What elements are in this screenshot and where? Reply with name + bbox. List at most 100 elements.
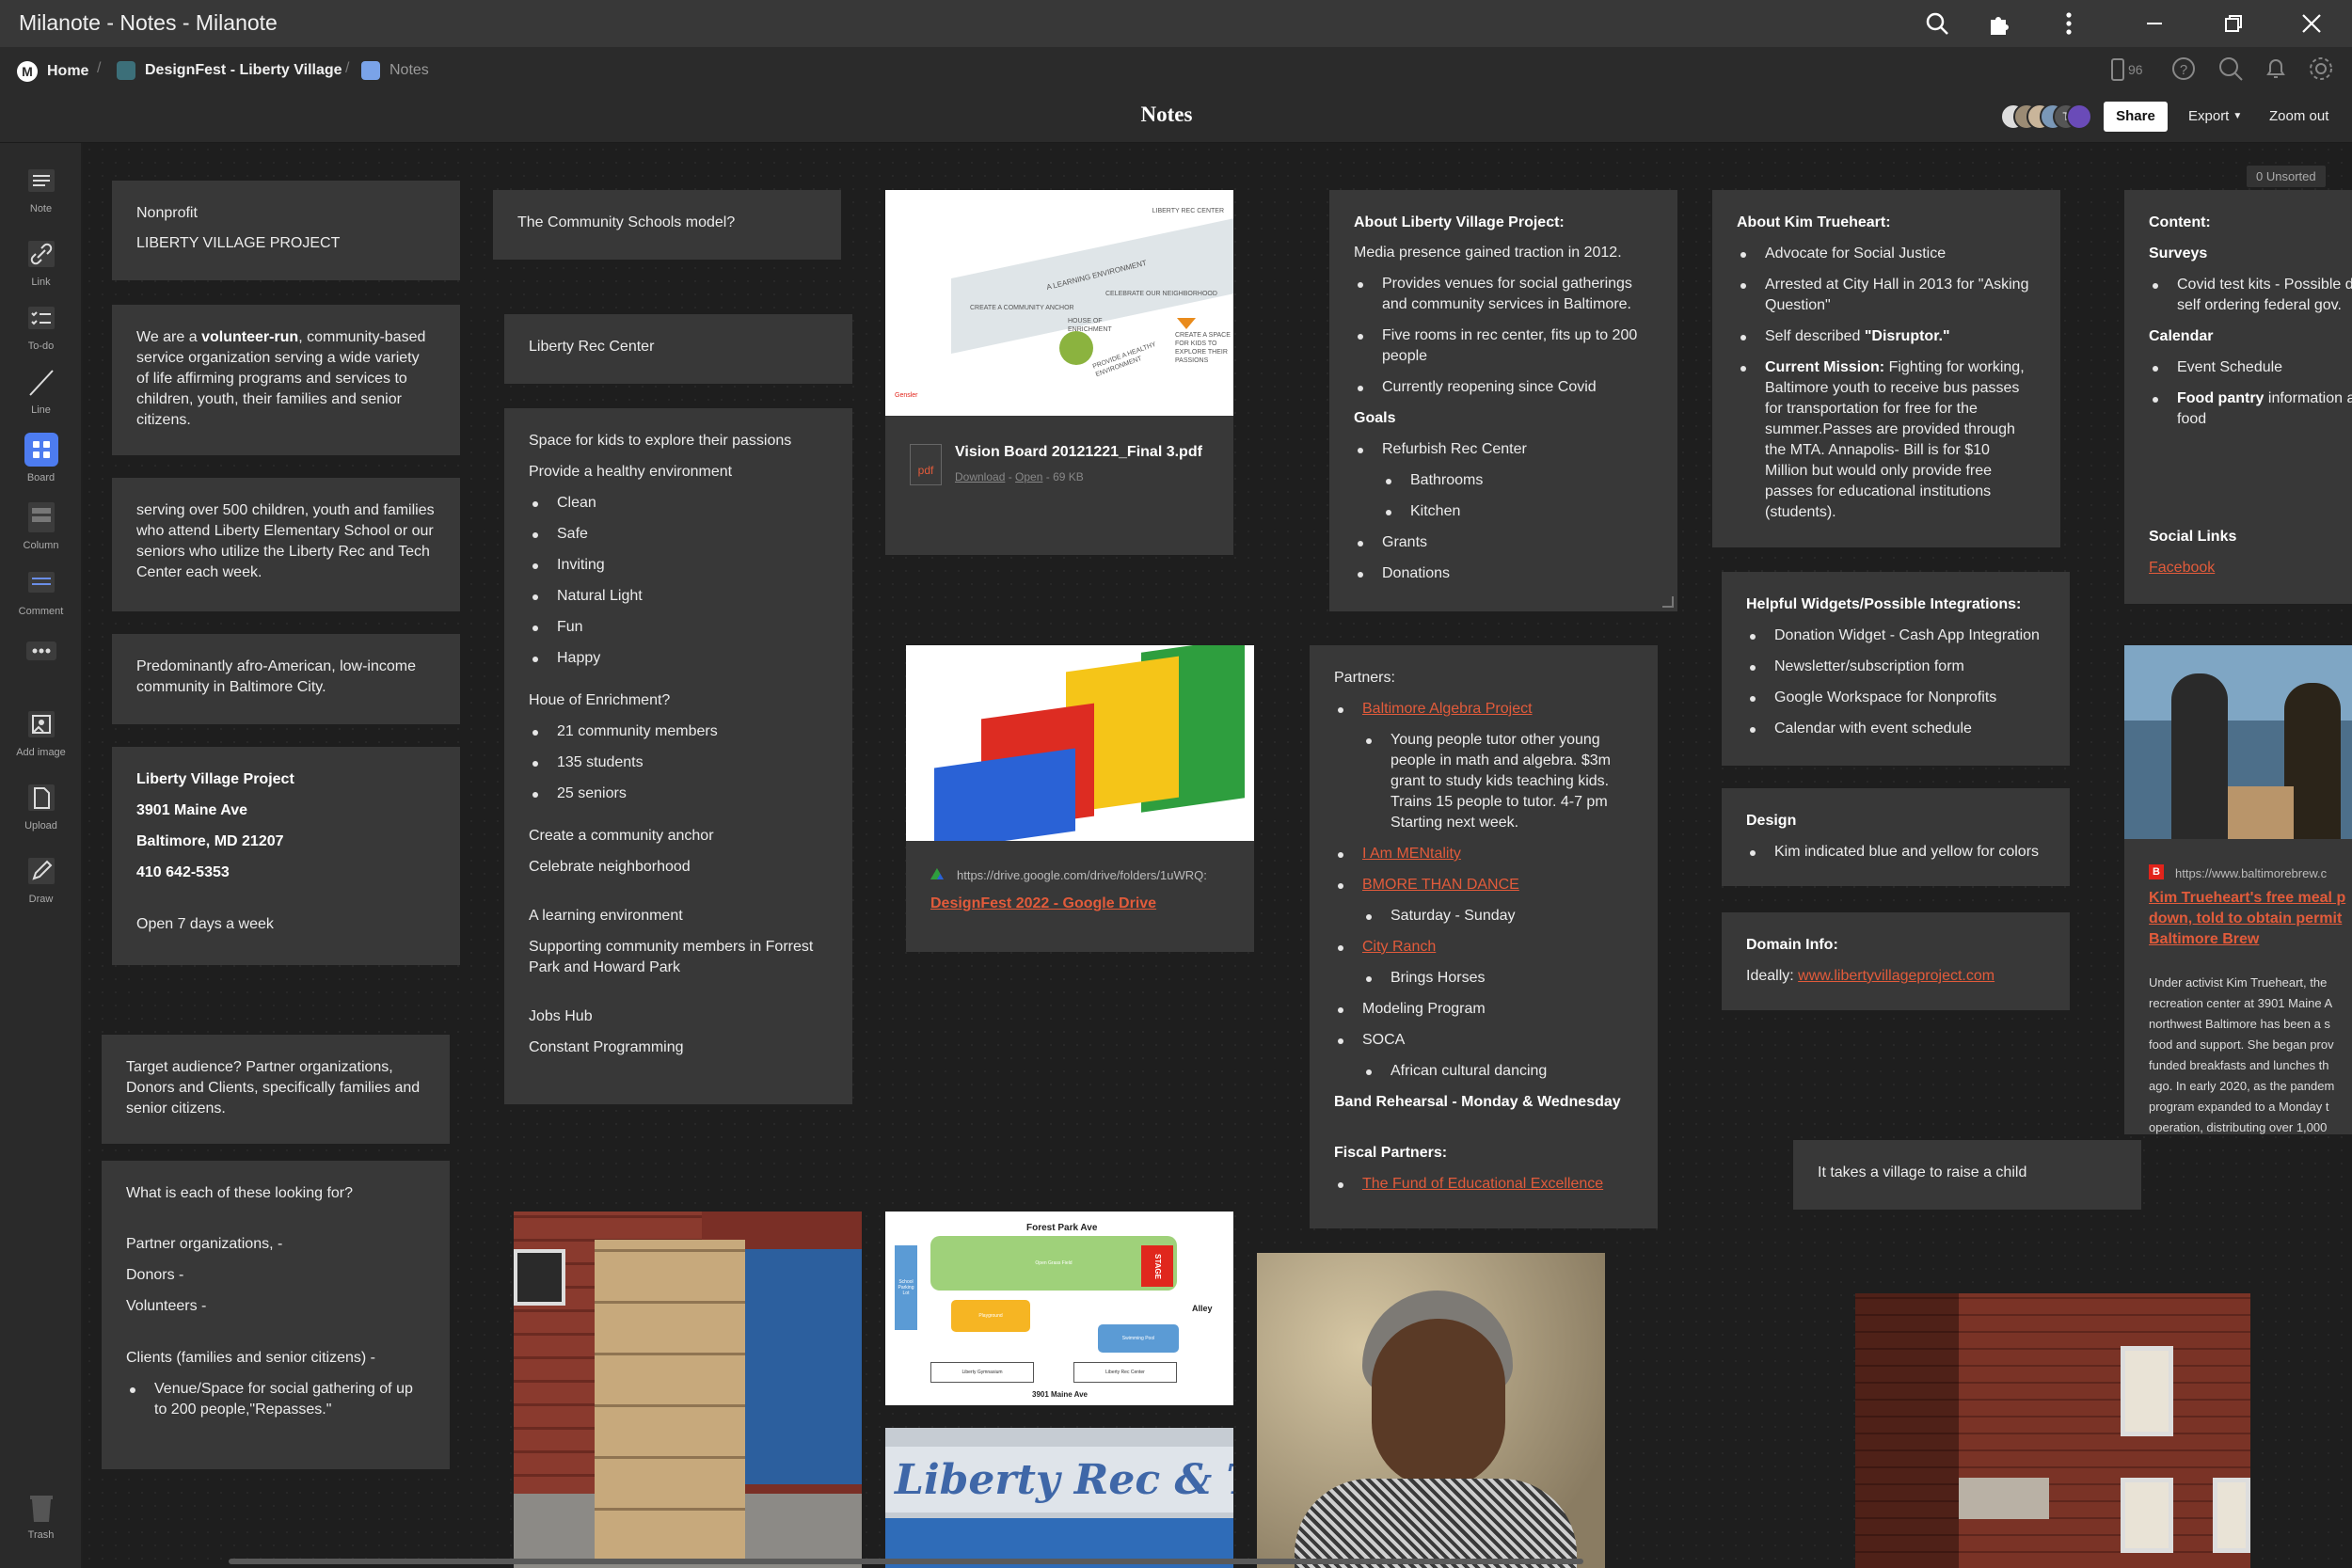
list-item: Bathrooms <box>1354 470 1653 491</box>
pdf-size: 69 KB <box>1053 470 1084 483</box>
breadcrumb-board[interactable]: DesignFest - Liberty Village <box>117 61 342 80</box>
tool-add-image[interactable]: Add image <box>0 705 82 758</box>
breadcrumb-home[interactable]: M Home <box>17 61 88 82</box>
link-card[interactable]: https://drive.google.com/drive/folders/1… <box>906 645 1254 952</box>
list-item: Baltimore Algebra Project <box>1334 699 1633 720</box>
note-subheading: Goals <box>1354 410 1396 426</box>
board-icon <box>361 61 380 80</box>
partner-link[interactable]: BMORE THAN DANCE <box>1362 877 1519 893</box>
pdf-filename[interactable]: Vision Board 20121221_Final 3.pdf <box>955 442 1202 463</box>
note-card[interactable]: Liberty Rec Center <box>504 314 852 384</box>
note-card[interactable]: Domain Info: Ideally: www.libertyvillage… <box>1722 912 2070 1010</box>
trash[interactable]: Trash <box>0 1488 82 1541</box>
phone-icon <box>2111 58 2124 81</box>
bell-icon[interactable] <box>2260 53 2292 85</box>
note-card[interactable]: Target audience? Partner organizations, … <box>102 1035 450 1144</box>
device-count-label: 96 <box>2128 62 2143 77</box>
search-icon[interactable] <box>1921 8 1953 40</box>
resize-handle-icon[interactable] <box>1662 596 1674 608</box>
settings-gear-icon[interactable] <box>2305 53 2337 85</box>
tool-link[interactable]: Link <box>0 235 82 288</box>
pdf-file-card[interactable]: LIBERTY REC CENTER A LEARNING ENVIRONMEN… <box>885 190 1233 555</box>
note-card[interactable]: The Community Schools model? <box>493 190 841 260</box>
address-card[interactable]: Liberty Village Project 3901 Maine Ave B… <box>112 747 460 965</box>
list-item: Young people tutor other young people in… <box>1334 730 1633 833</box>
tool-line[interactable]: Line <box>0 363 82 416</box>
note-card[interactable]: Predominantly afro-American, low-income … <box>112 634 460 724</box>
note-text: Volunteers - <box>126 1298 207 1314</box>
note-card[interactable]: Space for kids to explore their passions… <box>504 408 852 1104</box>
list-item: Advocate for Social Justice <box>1737 244 2036 264</box>
zoom-out-button[interactable]: Zoom out <box>2269 108 2328 124</box>
photo-door-blue <box>739 1249 862 1484</box>
board-canvas[interactable]: 0 Unsorted Nonprofit LIBERTY VILLAGE PRO… <box>83 143 2352 1568</box>
note-card[interactable]: Helpful Widgets/Possible Integrations: D… <box>1722 572 2070 766</box>
pencil-icon <box>27 858 55 884</box>
tool-upload[interactable]: Upload <box>0 779 82 832</box>
note-card[interactable]: Nonprofit LIBERTY VILLAGE PROJECT <box>112 181 460 280</box>
hours-text: Open 7 days a week <box>136 916 274 932</box>
extensions-icon[interactable] <box>1983 8 2015 40</box>
photo-building[interactable] <box>1855 1293 2250 1568</box>
facebook-link[interactable]: Facebook <box>2149 560 2215 576</box>
pdf-open-link[interactable]: Open <box>1015 470 1042 483</box>
article-url: https://www.baltimorebrew.c <box>2175 866 2328 880</box>
list-item: 21 community members <box>529 721 828 742</box>
close-icon[interactable] <box>2296 8 2328 40</box>
list-item: Event Schedule <box>2149 357 2352 378</box>
tool-note[interactable]: Note <box>0 162 82 214</box>
note-card[interactable]: Social Links Facebook <box>2124 504 2352 604</box>
minimize-icon[interactable] <box>2138 8 2170 40</box>
note-card[interactable]: We are a volunteer-run, community-based … <box>112 305 460 455</box>
tool-draw[interactable]: Draw <box>0 852 82 905</box>
partner-link[interactable]: I Am MENtality <box>1362 846 1461 862</box>
note-text: Provide a healthy environment <box>529 464 733 480</box>
partner-link[interactable]: Baltimore Algebra Project <box>1362 701 1533 717</box>
device-count[interactable]: 96 <box>2111 58 2143 81</box>
export-menu[interactable]: Export ▼ <box>2188 108 2242 124</box>
search-icon[interactable] <box>2215 53 2247 85</box>
photo-food-boxes[interactable] <box>514 1212 862 1568</box>
photo-portrait[interactable] <box>1257 1253 1605 1568</box>
more-vertical-icon[interactable] <box>2053 8 2085 40</box>
tool-todo[interactable]: To-do <box>0 299 82 352</box>
tool-more[interactable] <box>0 632 82 673</box>
pdf-download-link[interactable]: Download <box>955 470 1005 483</box>
note-card[interactable]: Content: Surveys Covid test kits - Possi… <box>2124 190 2352 531</box>
note-card[interactable]: About Kim Trueheart: Advocate for Social… <box>1712 190 2060 547</box>
board-title[interactable]: Notes <box>1082 103 1251 127</box>
tool-sidebar: Note Link To-do Line Board Column Commen… <box>0 143 82 1568</box>
article-link-card[interactable]: B https://www.baltimorebrew.c Kim Truehe… <box>2124 645 2352 1134</box>
fiscal-partner-link[interactable]: The Fund of Educational Excellence <box>1362 1176 1603 1192</box>
list-item: 135 students <box>529 752 828 773</box>
tool-column[interactable]: Column <box>0 499 82 551</box>
tool-comment[interactable]: Comment <box>0 564 82 617</box>
share-button[interactable]: Share <box>2104 102 2168 132</box>
link-title[interactable]: DesignFest 2022 - Google Drive <box>930 894 1156 914</box>
breadcrumb-separator: / <box>97 60 102 76</box>
site-plan-image[interactable]: Forest Park Ave School Parking Lot Open … <box>885 1212 1233 1405</box>
breadcrumb-current-label: Notes <box>389 62 429 78</box>
list-item: Food pantry information and delivering f… <box>2149 388 2352 430</box>
article-excerpt: Under activist Kim Trueheart, the recrea… <box>2149 975 2335 1134</box>
collaborator-avatars[interactable]: T <box>2000 103 2092 130</box>
list-item: Modeling Program <box>1334 999 1633 1020</box>
note-card[interactable]: Partners: Baltimore Algebra Project Youn… <box>1310 645 1658 1228</box>
note-card[interactable]: About Liberty Village Project: Media pre… <box>1329 190 1677 611</box>
photo-rec-sign[interactable]: Liberty Rec & Tech <box>885 1428 1233 1568</box>
unsorted-badge[interactable]: 0 Unsorted <box>2247 166 2326 187</box>
domain-link[interactable]: www.libertyvillageproject.com <box>1798 968 1994 984</box>
help-icon[interactable]: ? <box>2168 53 2200 85</box>
pdf-thumbnail: LIBERTY REC CENTER A LEARNING ENVIRONMEN… <box>885 190 1233 416</box>
note-card[interactable]: What is each of these looking for? Partn… <box>102 1161 450 1469</box>
partner-link[interactable]: City Ranch <box>1362 939 1436 955</box>
note-card[interactable]: It takes a village to raise a child <box>1793 1140 2141 1210</box>
breadcrumb-current[interactable]: Notes <box>361 61 429 80</box>
article-title[interactable]: Kim Trueheart's free meal p down, told t… <box>2149 888 2352 950</box>
note-card[interactable]: serving over 500 children, youth and fam… <box>112 478 460 611</box>
restore-icon[interactable] <box>2217 8 2249 40</box>
note-card[interactable]: Design Kim indicated blue and yellow for… <box>1722 788 2070 886</box>
horizontal-scrollbar[interactable] <box>229 1559 1583 1564</box>
tool-board[interactable]: Board <box>0 431 82 483</box>
todo-icon <box>27 307 55 329</box>
